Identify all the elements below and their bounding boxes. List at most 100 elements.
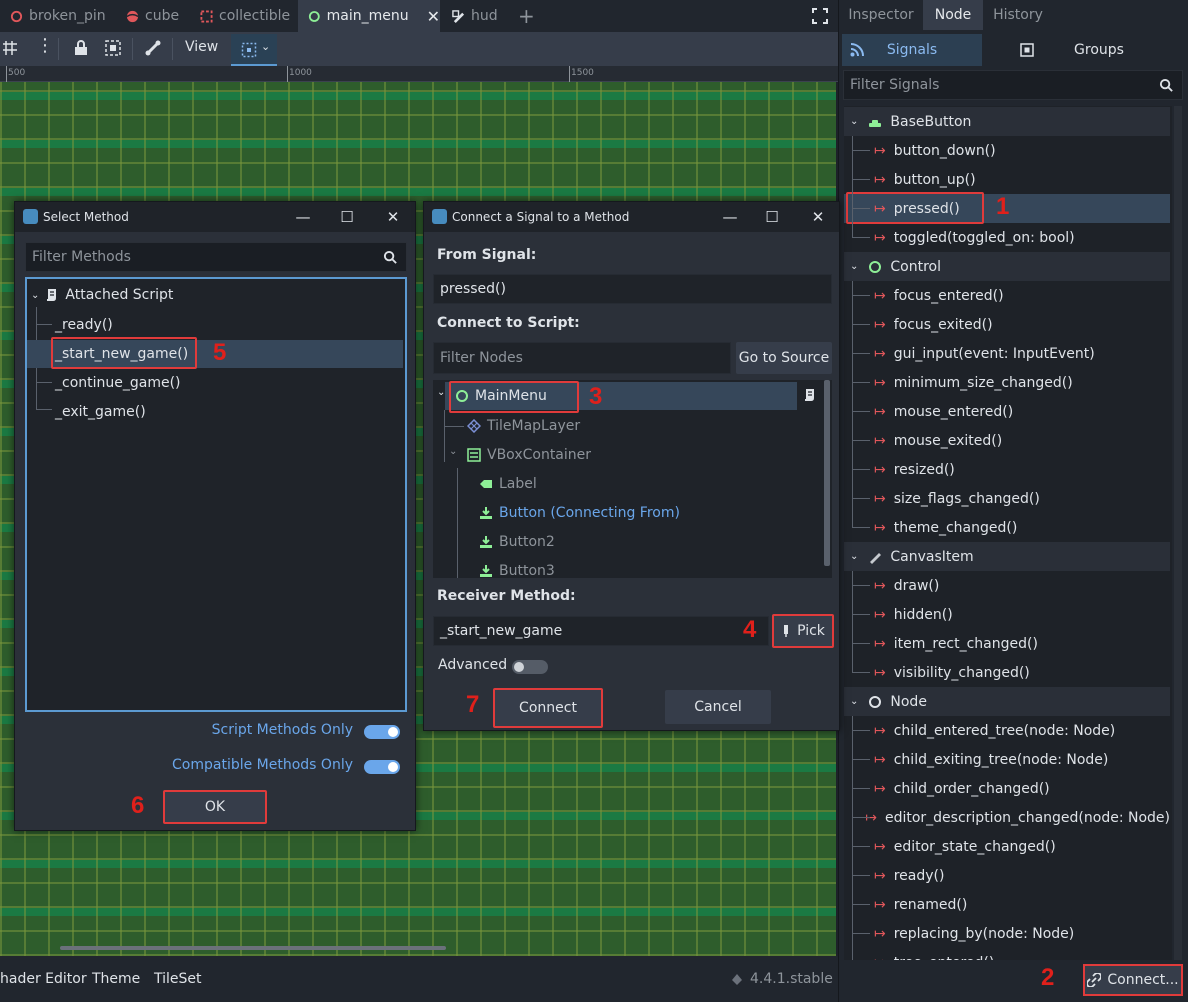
filter-nodes-input[interactable]: Filter Nodes <box>433 342 731 374</box>
bone-icon[interactable] <box>145 40 161 56</box>
maximize-icon[interactable]: ☐ <box>762 207 782 227</box>
signal-item[interactable]: ↦ focus_exited() <box>844 310 1170 339</box>
node-label-item[interactable]: Label <box>479 473 537 495</box>
signal-category-control[interactable]: ⌄ Control <box>844 252 1170 281</box>
scene-tab-main-menu[interactable]: main_menu ✕ <box>298 0 440 32</box>
group-icon[interactable] <box>105 40 121 56</box>
compatible-methods-only-toggle[interactable] <box>364 760 400 774</box>
node-button[interactable]: Button (Connecting From) <box>479 502 680 524</box>
signal-category-canvasitem[interactable]: ⌄ CanvasItem <box>844 542 1170 571</box>
tab-node[interactable]: Node <box>923 0 983 30</box>
add-tab-icon[interactable]: + <box>518 4 535 28</box>
connect-button[interactable]: Connect... <box>1083 964 1183 996</box>
signal-category-node[interactable]: ⌄ Node <box>844 687 1170 716</box>
method-item[interactable]: _continue_game() <box>55 372 181 394</box>
signal-item[interactable]: ↦ resized() <box>844 455 1170 484</box>
signal-item[interactable]: ↦ hidden() <box>844 600 1170 629</box>
signal-item[interactable]: ↦ mouse_entered() <box>844 397 1170 426</box>
tab-history[interactable]: History <box>983 0 1053 30</box>
signals-button[interactable]: Signals <box>842 34 982 66</box>
signal-item[interactable]: ↦ tree_entered() <box>844 948 1170 961</box>
connect-confirm-button[interactable]: Connect <box>493 688 603 728</box>
signal-item[interactable]: ↦ size_flags_changed() <box>844 484 1170 513</box>
minimize-icon[interactable]: — <box>720 207 740 227</box>
signal-arrow-icon: ↦ <box>874 374 886 391</box>
toolbar-divider <box>172 38 173 60</box>
signal-item[interactable]: ↦ theme_changed() <box>844 513 1170 542</box>
script-methods-only-toggle[interactable] <box>364 725 400 739</box>
filter-signals-input[interactable]: Filter Signals <box>843 70 1183 100</box>
signal-item[interactable]: ↦ child_exiting_tree(node: Node) <box>844 745 1170 774</box>
selection-mode-dropdown[interactable]: ⌄ <box>231 34 277 66</box>
method-item[interactable]: _exit_game() <box>55 401 146 423</box>
scene-tab-hud[interactable]: hud <box>442 0 512 32</box>
node-button3[interactable]: Button3 <box>479 560 555 578</box>
signal-item[interactable]: ↦ item_rect_changed() <box>844 629 1170 658</box>
method-item[interactable]: _ready() <box>55 314 113 336</box>
node-vboxcontainer[interactable]: VBoxContainer <box>467 444 591 466</box>
lock-icon[interactable] <box>73 40 89 56</box>
node-tilemaplayer[interactable]: TileMapLayer <box>467 415 580 437</box>
signal-item[interactable]: ↦ mouse_exited() <box>844 426 1170 455</box>
tree-line <box>852 614 870 615</box>
signal-arrow-icon: ↦ <box>874 345 886 362</box>
scene-tab-broken-pin[interactable]: broken_pin <box>0 0 118 32</box>
signal-item[interactable]: ↦ minimum_size_changed() <box>844 368 1170 397</box>
cancel-button[interactable]: Cancel <box>665 690 771 724</box>
attached-script-group[interactable]: ⌄ Attached Script <box>31 285 173 305</box>
signal-item[interactable]: ↦ ready() <box>844 861 1170 890</box>
go-to-source-button[interactable]: Go to Source <box>736 342 832 374</box>
close-icon[interactable]: ✕ <box>427 7 440 26</box>
signal-item[interactable]: ↦ child_entered_tree(node: Node) <box>844 716 1170 745</box>
receiver-method-input[interactable]: _start_new_game <box>433 616 769 646</box>
groups-button[interactable]: Groups <box>1014 34 1184 66</box>
close-icon[interactable]: ✕ <box>808 207 828 227</box>
signal-item[interactable]: ↦ editor_state_changed() <box>844 832 1170 861</box>
maximize-icon[interactable]: ☐ <box>337 207 357 227</box>
filter-nodes-placeholder: Filter Nodes <box>440 350 523 366</box>
signal-item[interactable]: ↦ editor_description_changed(node: Node) <box>844 803 1170 832</box>
signal-arrow-icon: ↦ <box>874 867 886 884</box>
script-icon[interactable] <box>803 388 817 402</box>
signal-item[interactable]: ↦ toggled(toggled_on: bool) <box>844 223 1170 252</box>
signal-item[interactable]: ↦ child_order_changed() <box>844 774 1170 803</box>
node-tree-scrollbar[interactable] <box>824 380 830 566</box>
compatible-methods-only-label: Compatible Methods Only <box>172 757 353 773</box>
node-button2[interactable]: Button2 <box>479 531 555 553</box>
theme-tab[interactable]: Theme <box>92 971 140 987</box>
from-signal-field: pressed() <box>433 274 832 304</box>
close-icon[interactable]: ✕ <box>383 207 403 227</box>
signal-item[interactable]: ↦ button_down() <box>844 136 1170 165</box>
signal-item[interactable]: ↦ visibility_changed() <box>844 658 1170 687</box>
sphere-icon <box>126 10 139 22</box>
filter-methods-input[interactable]: Filter Methods <box>25 242 407 272</box>
signals-scrollbar[interactable] <box>1174 106 1182 960</box>
horizontal-scrollbar[interactable] <box>60 946 446 950</box>
signal-item[interactable]: ↦ draw() <box>844 571 1170 600</box>
signal-item[interactable]: ↦ focus_entered() <box>844 281 1170 310</box>
scene-tab-label: broken_pin <box>29 8 106 24</box>
advanced-toggle[interactable] <box>512 660 548 674</box>
tree-line <box>852 933 870 934</box>
minimize-icon[interactable]: — <box>293 207 313 227</box>
godot-icon <box>23 209 38 224</box>
expand-icon[interactable] <box>811 7 829 25</box>
more-options-icon[interactable]: ⋮ <box>36 37 54 55</box>
signal-category-basebutton[interactable]: ⌄ BaseButton <box>844 107 1170 136</box>
grid-snap-icon[interactable] <box>2 40 18 56</box>
view-menu[interactable]: View <box>185 39 218 55</box>
connect-to-script-label: Connect to Script: <box>437 315 580 331</box>
signal-item[interactable]: ↦ button_up() <box>844 165 1170 194</box>
scene-tab-collectible[interactable]: collectible <box>190 0 298 32</box>
signal-item[interactable]: ↦ gui_input(event: InputEvent) <box>844 339 1170 368</box>
scene-tab-cube[interactable]: cube <box>116 0 192 32</box>
pick-button[interactable]: Pick <box>772 614 834 648</box>
tab-inspector[interactable]: Inspector <box>839 0 923 30</box>
tree-line <box>36 324 52 325</box>
chevron-down-icon: ⌄ <box>261 40 271 53</box>
shader-editor-tab[interactable]: hader Editor <box>0 971 87 987</box>
tileset-tab[interactable]: TileSet <box>154 971 202 987</box>
signal-item[interactable]: ↦ replacing_by(node: Node) <box>844 919 1170 948</box>
ok-button[interactable]: OK <box>163 790 267 824</box>
signal-item[interactable]: ↦ renamed() <box>844 890 1170 919</box>
